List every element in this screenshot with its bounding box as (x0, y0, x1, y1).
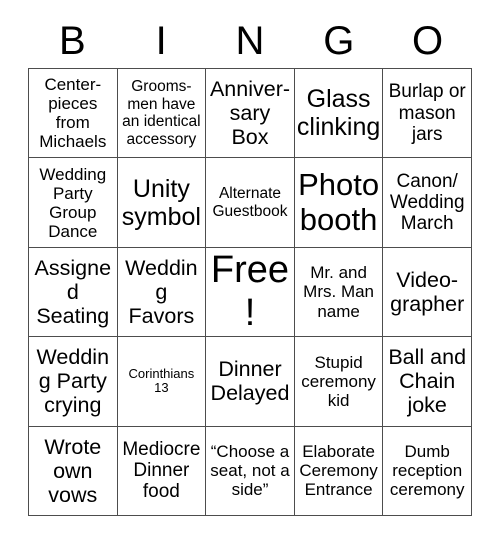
bingo-cell-text: Wedding Party crying (36, 345, 110, 418)
bingo-cell-text: Center-pieces from Michaels (39, 75, 107, 152)
bingo-cell[interactable]: Center-pieces from Michaels (29, 69, 118, 159)
bingo-cell-text: Mediocre Dinner food (122, 438, 201, 503)
bingo-cell[interactable]: Alternate Guestbook (206, 158, 295, 248)
bingo-cell[interactable]: Wrote own vows (29, 426, 118, 516)
bingo-cell-text: Elaborate Ceremony Entrance (299, 442, 378, 500)
bingo-cell[interactable]: Burlap or mason jars (383, 69, 472, 159)
bingo-header-letter-g: G (323, 19, 355, 63)
bingo-cell[interactable]: Grooms-men have an identical accessory (117, 69, 207, 159)
bingo-cell-text: Assigned Seating (34, 255, 112, 329)
bingo-cell[interactable]: Wedding Favors (117, 247, 207, 338)
bingo-cell[interactable]: Stupid ceremony kid (294, 337, 384, 427)
bingo-header-letter-o: O (412, 19, 444, 63)
bingo-cell-text: Wedding Favors (125, 255, 198, 329)
bingo-card: B I N G O Center-pieces from Michaels Gr… (0, 0, 500, 544)
bingo-cell-text: Dumb reception ceremony (389, 442, 465, 500)
bingo-cell-text: Burlap or mason jars (388, 81, 466, 145)
bingo-cell-text: Stupid ceremony kid (301, 352, 376, 410)
bingo-cell[interactable]: Dinner Delayed (206, 337, 295, 427)
bingo-cell[interactable]: Anniver-sary Box (206, 69, 295, 159)
bingo-cell-text: Anniver-sary Box (209, 77, 291, 150)
bingo-cell[interactable]: Wedding Party crying (29, 337, 118, 427)
bingo-cell[interactable]: Glass clinking (294, 69, 384, 159)
bingo-cell-text: Ball and Chain joke (388, 345, 467, 418)
bingo-cell-text: Mr. and Mrs. Man name (303, 263, 375, 321)
bingo-header: B I N G O (28, 14, 472, 68)
bingo-cell[interactable]: Elaborate Ceremony Entrance (294, 426, 384, 516)
bingo-cell-text: Video-grapher (390, 267, 465, 316)
bingo-cell[interactable]: Photo booth (294, 158, 384, 248)
bingo-header-letter-b: B (59, 19, 86, 63)
bingo-cell-text: Corinthians 13 (128, 365, 195, 396)
bingo-cell-text: Grooms-men have an identical accessory (122, 78, 201, 148)
bingo-cell[interactable]: Dumb reception ceremony (383, 426, 472, 516)
bingo-header-letter-i: I (155, 19, 167, 63)
bingo-cell-text: Wedding Party Group Dance (39, 164, 107, 241)
bingo-cell[interactable]: Mr. and Mrs. Man name (294, 247, 384, 338)
bingo-cell-text: Photo booth (298, 166, 380, 237)
bingo-cell-text: Canon/ Wedding March (389, 170, 465, 235)
bingo-cell-text: “Choose a seat, not a side” (210, 442, 290, 500)
bingo-cell[interactable]: Ball and Chain joke (383, 337, 472, 427)
bingo-header-letter-n: N (235, 19, 265, 63)
bingo-grid: Center-pieces from Michaels Grooms-men h… (28, 68, 472, 516)
bingo-cell-text: Alternate Guestbook (212, 185, 288, 220)
bingo-cell[interactable]: Video-grapher (383, 247, 472, 338)
bingo-cell[interactable]: “Choose a seat, not a side” (206, 426, 295, 516)
bingo-cell[interactable]: Unity symbol (117, 158, 207, 248)
bingo-cell[interactable]: Corinthians 13 (117, 337, 207, 427)
bingo-cell-text: Wrote own vows (44, 434, 102, 507)
bingo-cell-text: Free! (210, 249, 290, 334)
bingo-cell-text: Glass clinking (296, 85, 381, 142)
bingo-cell[interactable]: Mediocre Dinner food (117, 426, 207, 516)
bingo-cell[interactable]: Assigned Seating (29, 247, 118, 338)
bingo-cell-text: Unity symbol (121, 174, 201, 231)
bingo-cell-text: Dinner Delayed (210, 357, 290, 406)
bingo-cell[interactable]: Canon/ Wedding March (383, 158, 472, 248)
bingo-cell-free[interactable]: Free! (206, 247, 295, 338)
bingo-cell[interactable]: Wedding Party Group Dance (29, 158, 118, 248)
